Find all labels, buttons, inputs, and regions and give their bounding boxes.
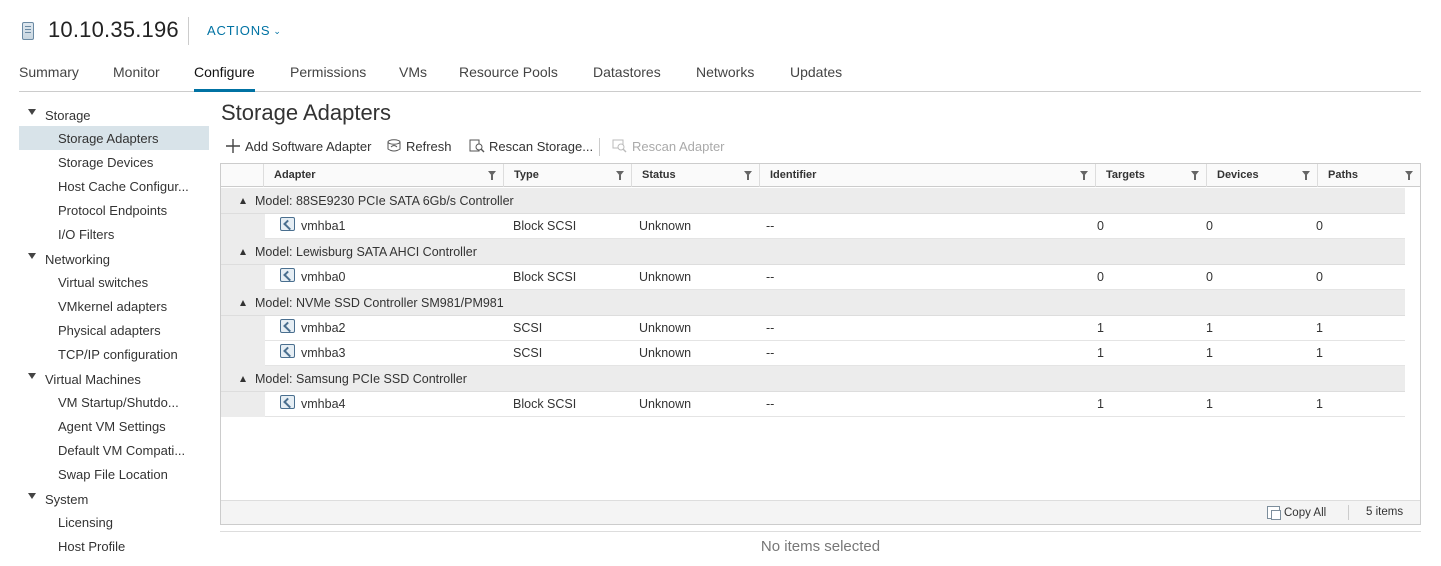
- column-header-targets[interactable]: Targets: [1096, 164, 1207, 187]
- sidebar-item-default-vm-compatibility[interactable]: Default VM Compati...: [19, 438, 209, 462]
- actions-menu-button[interactable]: ACTIONS ⌄: [207, 23, 282, 38]
- column-header-devices[interactable]: Devices: [1207, 164, 1318, 187]
- no-selection-message: No items selected: [220, 531, 1421, 561]
- filter-icon[interactable]: [1405, 171, 1413, 180]
- filter-icon[interactable]: [1080, 171, 1088, 180]
- expand-triangle-icon: [28, 109, 36, 115]
- tab-monitor[interactable]: Monitor: [113, 64, 160, 92]
- sidebar-item-agent-vm-settings[interactable]: Agent VM Settings: [19, 414, 209, 438]
- filter-icon[interactable]: [1191, 171, 1199, 180]
- storage-adapter-icon: [280, 344, 295, 358]
- table-row[interactable]: vmhba3 SCSI Unknown -- 1 1 1: [221, 341, 1405, 366]
- sidebar-item-io-filters[interactable]: I/O Filters: [19, 222, 209, 246]
- object-header: 10.10.35.196 ACTIONS ⌄: [0, 0, 1441, 60]
- tab-permissions[interactable]: Permissions: [290, 64, 366, 92]
- column-header-expand: [221, 164, 264, 187]
- refresh-icon: [387, 139, 401, 152]
- column-header-paths[interactable]: Paths: [1318, 164, 1420, 187]
- page-title: Storage Adapters: [221, 100, 392, 125]
- expand-triangle-icon: [28, 373, 36, 379]
- configure-sidebar: Storage Storage Adapters Storage Devices…: [19, 101, 209, 566]
- tab-resource-pools[interactable]: Resource Pools: [459, 64, 558, 92]
- copy-icon: [1267, 506, 1281, 520]
- table-row[interactable]: vmhba4 Block SCSI Unknown -- 1 1 1: [221, 392, 1405, 417]
- sidebar-item-storage-adapters[interactable]: Storage Adapters: [19, 126, 209, 150]
- grid-footer: Copy All 5 items: [221, 500, 1420, 524]
- sidebar-group-system[interactable]: System: [19, 487, 209, 511]
- add-software-adapter-button[interactable]: Add Software Adapter: [225, 139, 371, 154]
- sidebar-item-tcpip-configuration[interactable]: TCP/IP configuration: [19, 342, 209, 366]
- main-panel: Storage Adapters Add Software Adapter Re…: [220, 95, 1421, 566]
- filter-icon[interactable]: [616, 171, 624, 180]
- sidebar-item-vm-startup-shutdown[interactable]: VM Startup/Shutdo...: [19, 390, 209, 414]
- collapse-triangle-icon[interactable]: [240, 300, 246, 306]
- rescan-storage-button[interactable]: Rescan Storage...: [469, 139, 593, 154]
- group-row[interactable]: Model: NVMe SSD Controller SM981/PM981: [221, 290, 1405, 316]
- tab-updates[interactable]: Updates: [790, 64, 842, 92]
- table-row[interactable]: vmhba1 Block SCSI Unknown -- 0 0 0: [221, 214, 1405, 239]
- column-header-adapter[interactable]: Adapter: [264, 164, 504, 187]
- toolbar-separator: [599, 138, 600, 156]
- storage-adapter-icon: [280, 319, 295, 333]
- filter-icon[interactable]: [488, 171, 496, 180]
- rescan-adapter-icon: [612, 139, 627, 153]
- column-header-status[interactable]: Status: [632, 164, 760, 187]
- tab-summary[interactable]: Summary: [19, 64, 79, 92]
- sidebar-item-host-cache[interactable]: Host Cache Configur...: [19, 174, 209, 198]
- expand-triangle-icon: [28, 253, 36, 259]
- collapse-triangle-icon[interactable]: [240, 376, 246, 382]
- storage-adapter-icon: [280, 268, 295, 282]
- sidebar-item-vmkernel-adapters[interactable]: VMkernel adapters: [19, 294, 209, 318]
- sidebar-group-virtual-machines[interactable]: Virtual Machines: [19, 367, 209, 391]
- storage-adapter-icon: [280, 217, 295, 231]
- filter-icon[interactable]: [1302, 171, 1310, 180]
- sidebar-item-licensing[interactable]: Licensing: [19, 510, 209, 534]
- sidebar-item-physical-adapters[interactable]: Physical adapters: [19, 318, 209, 342]
- filter-icon[interactable]: [744, 171, 752, 180]
- table-row[interactable]: vmhba0 Block SCSI Unknown -- 0 0 0: [221, 265, 1405, 290]
- host-title: 10.10.35.196: [48, 17, 179, 42]
- storage-adapters-grid: Adapter Type Status Identifier Targets D…: [220, 163, 1421, 525]
- column-header-type[interactable]: Type: [504, 164, 632, 187]
- plus-icon: [226, 139, 240, 153]
- collapse-triangle-icon[interactable]: [240, 249, 246, 255]
- tab-datastores[interactable]: Datastores: [593, 64, 661, 92]
- sidebar-item-storage-devices[interactable]: Storage Devices: [19, 150, 209, 174]
- storage-adapter-icon: [280, 395, 295, 409]
- column-header-identifier[interactable]: Identifier: [760, 164, 1096, 187]
- sidebar-group-networking[interactable]: Networking: [19, 247, 209, 271]
- sidebar-item-protocol-endpoints[interactable]: Protocol Endpoints: [19, 198, 209, 222]
- copy-all-button[interactable]: Copy All: [1267, 506, 1326, 520]
- table-row[interactable]: vmhba2 SCSI Unknown -- 1 1 1: [221, 316, 1405, 341]
- item-count: 5 items: [1366, 506, 1404, 518]
- sidebar-group-storage[interactable]: Storage: [19, 103, 209, 127]
- object-tabs: Summary Monitor Configure Permissions VM…: [19, 60, 1421, 92]
- sidebar-item-host-profile[interactable]: Host Profile: [19, 534, 209, 558]
- header-divider: [188, 17, 189, 45]
- tab-networks[interactable]: Networks: [696, 64, 754, 92]
- rescan-adapter-button[interactable]: Rescan Adapter: [612, 139, 725, 154]
- tab-configure[interactable]: Configure: [194, 64, 255, 92]
- expand-triangle-icon: [28, 493, 36, 499]
- group-row[interactable]: Model: Lewisburg SATA AHCI Controller: [221, 239, 1405, 265]
- chevron-down-icon: ⌄: [273, 26, 282, 36]
- adapter-toolbar: Add Software Adapter Refresh Rescan Stor…: [220, 135, 1420, 159]
- host-server-icon: [22, 22, 34, 40]
- collapse-triangle-icon[interactable]: [240, 198, 246, 204]
- tab-vms[interactable]: VMs: [399, 64, 427, 92]
- actions-label: ACTIONS: [207, 23, 271, 38]
- sidebar-item-swap-file-location[interactable]: Swap File Location: [19, 462, 209, 486]
- group-row[interactable]: Model: 88SE9230 PCIe SATA 6Gb/s Controll…: [221, 188, 1405, 214]
- grid-header: Adapter Type Status Identifier Targets D…: [221, 164, 1420, 187]
- rescan-storage-icon: [469, 139, 485, 153]
- sidebar-item-virtual-switches[interactable]: Virtual switches: [19, 270, 209, 294]
- footer-separator: [1348, 505, 1349, 520]
- group-row[interactable]: Model: Samsung PCIe SSD Controller: [221, 366, 1405, 392]
- refresh-button[interactable]: Refresh: [386, 139, 452, 154]
